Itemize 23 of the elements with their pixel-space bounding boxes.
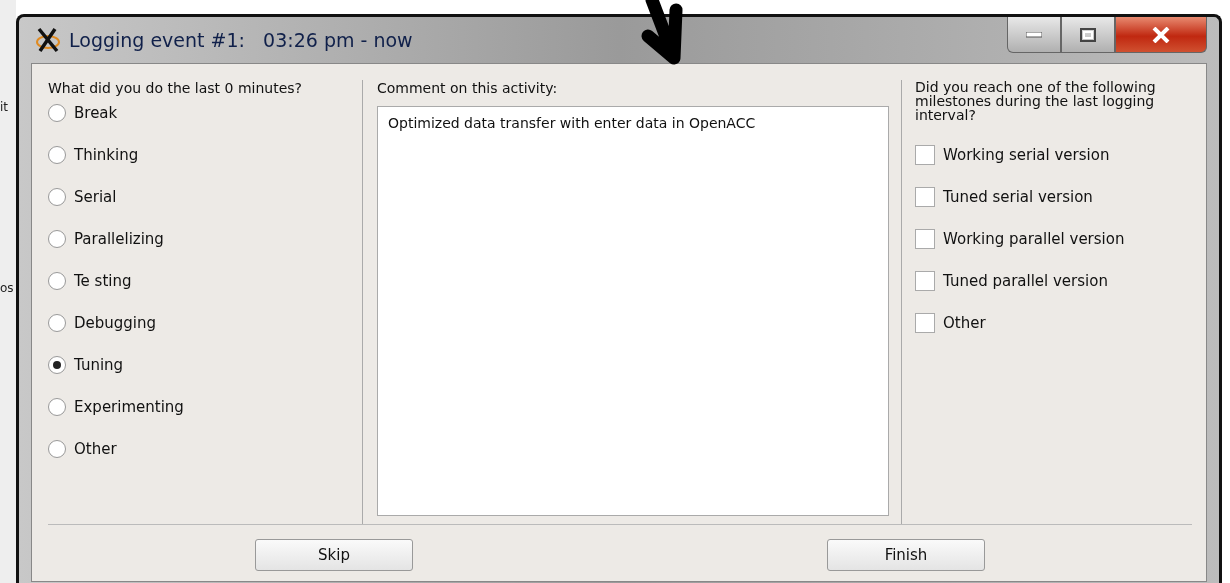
skip-button[interactable]: Skip (255, 539, 413, 571)
radio-label: Tuning (74, 356, 124, 374)
checkbox-label: Tuned parallel version (943, 272, 1108, 290)
checkbox-label: Tuned serial version (943, 188, 1093, 206)
checkbox-label: Working parallel version (943, 230, 1125, 248)
background-text-fragment: os (0, 281, 14, 295)
radio-label: Serial (74, 188, 117, 206)
radio-label: Experimenting (74, 398, 184, 416)
window-title: Logging event #1: 03:26 pm - now (69, 29, 413, 51)
radio-label: Other (74, 440, 117, 458)
background-text-fragment: it (0, 100, 9, 114)
checkbox-label: Other (943, 314, 986, 332)
finish-button[interactable]: Finish (827, 539, 985, 571)
radio-label: Te sting (74, 272, 132, 290)
checkbox-label: Working serial version (943, 146, 1110, 164)
radio-label: Thinking (74, 146, 139, 164)
radio-label: Debugging (74, 314, 157, 332)
radio-label: Break (74, 104, 118, 122)
comment-label: Comment on this activity: (377, 80, 559, 98)
milestone-question: Did you reach one of the following milestones during the last logging interval? (915, 80, 1157, 122)
activity-question: What did you do the last 0 minutes? (48, 80, 303, 98)
comment-field[interactable]: Optimized data transfer with enter data in OpenACC (377, 106, 889, 516)
radio-label: Parallelizing (74, 230, 164, 248)
